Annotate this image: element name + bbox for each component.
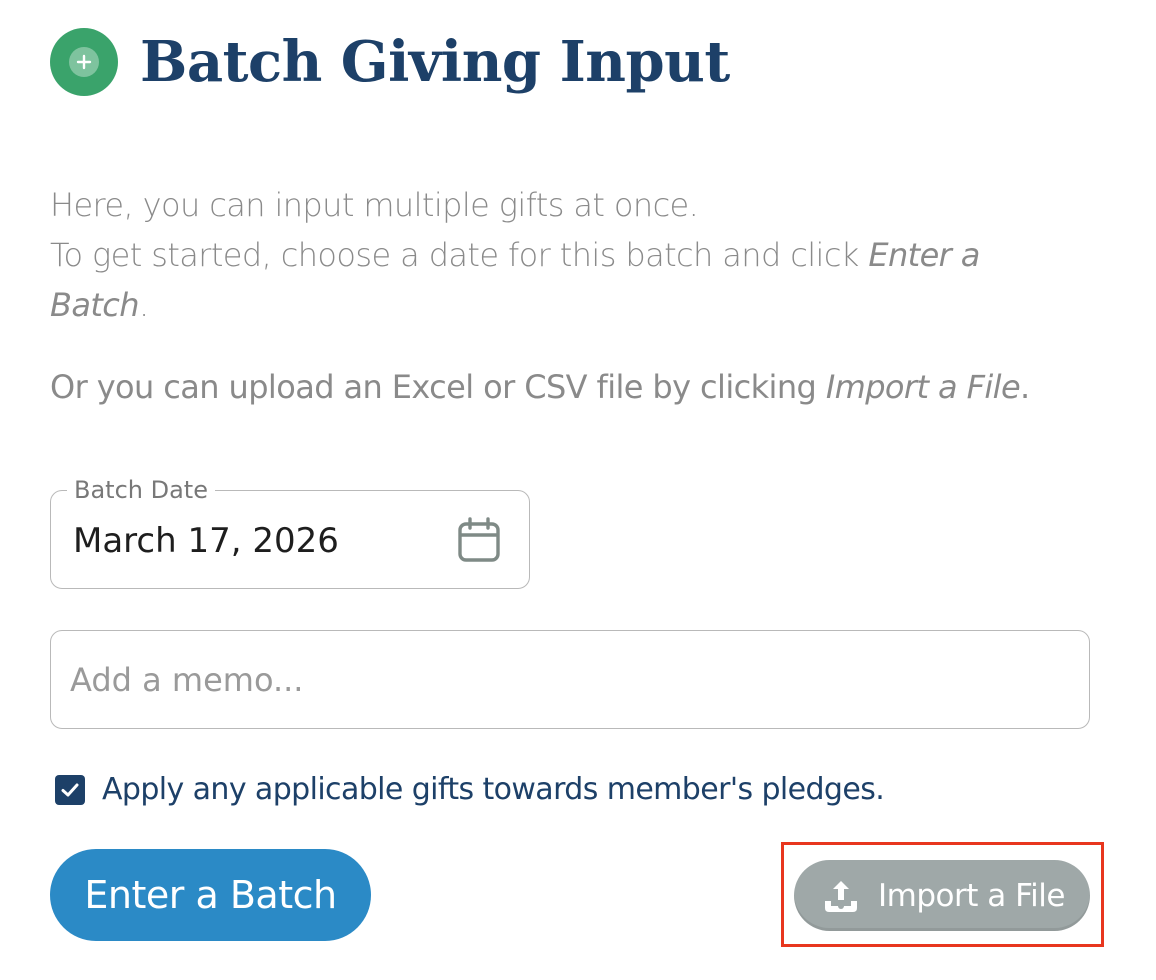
batch-date-value[interactable]: March 17, 2026 (73, 519, 339, 563)
upload-hint: Or you can upload an Excel or CSV file b… (50, 362, 1030, 412)
intro-line-1: Here, you can input multiple gifts at on… (50, 186, 699, 224)
intro-line-2: To get started, choose a date for this b… (50, 236, 980, 324)
import-file-button[interactable]: Import a File (794, 860, 1090, 931)
check-icon (61, 783, 79, 797)
memo-input[interactable] (50, 630, 1090, 729)
upload-hint-text: Or you can upload an Excel or CSV file b… (50, 368, 826, 406)
batch-date-label: Batch Date (67, 476, 215, 504)
import-file-emphasis: Import a File (825, 368, 1021, 406)
page-header: Batch Giving Input (50, 28, 730, 96)
plus-circle-icon (50, 28, 118, 96)
calendar-icon[interactable] (457, 517, 501, 563)
batch-date-field[interactable]: Batch Date March 17, 2026 (50, 476, 530, 589)
intro-line-2-suffix: . (139, 286, 149, 324)
upload-hint-suffix: . (1020, 368, 1030, 406)
pledge-checkbox[interactable] (55, 775, 85, 805)
pledge-option[interactable]: Apply any applicable gifts towards membe… (55, 770, 885, 810)
intro-line-2-text: To get started, choose a date for this b… (50, 236, 869, 274)
enter-batch-button[interactable]: Enter a Batch (50, 849, 371, 941)
upload-icon (825, 880, 857, 912)
import-file-label: Import a File (878, 877, 1065, 914)
pledge-checkbox-label[interactable]: Apply any applicable gifts towards membe… (102, 770, 885, 810)
page-title: Batch Giving Input (140, 29, 730, 95)
intro-text: Here, you can input multiple gifts at on… (50, 180, 1050, 330)
